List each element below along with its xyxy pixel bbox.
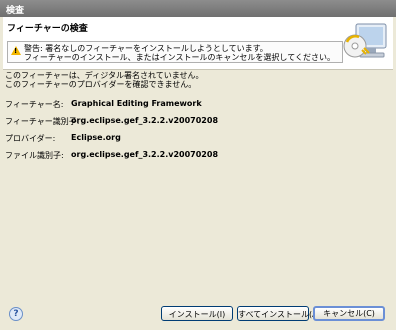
header-banner: フィーチャーの検査 ! 警告: 署名なしのフィーチャーをインストールしようとして… <box>3 17 393 70</box>
page-title: フィーチャーの検査 <box>7 24 88 34</box>
feature-id-value: org.eclipse.gef_3.2.2.v20070208 <box>71 116 219 125</box>
provider-value: Eclipse.org <box>71 133 121 142</box>
provider-label: プロバイダー: <box>5 134 56 143</box>
feature-name-label: フィーチャー名: <box>5 100 64 109</box>
warning-icon-mark: ! <box>14 47 18 55</box>
title-bar[interactable]: 検査 <box>0 0 396 17</box>
install-computer-icon <box>343 23 387 58</box>
feature-id-label: フィーチャー識別子: <box>5 117 80 126</box>
warning-message-box: ! 警告: 署名なしのフィーチャーをインストールしようとしています。 フィーチャ… <box>7 41 343 63</box>
warning-text-line2: フィーチャーのインストール、またはインストールのキャンセルを選択してください。 <box>24 53 335 62</box>
button-bar: ? インストール(I) すべてインストール(A) キャンセル(C) <box>0 296 396 330</box>
cancel-button[interactable]: キャンセル(C) <box>313 306 385 321</box>
install-button[interactable]: インストール(I) <box>161 306 233 321</box>
file-id-value: org.eclipse.gef_3.2.2.v20070208 <box>71 150 219 159</box>
install-all-button[interactable]: すべてインストール(A) <box>237 306 321 321</box>
file-id-label: ファイル識別子: <box>5 151 64 160</box>
help-icon[interactable]: ? <box>9 307 23 321</box>
inspection-dialog: 検査 フィーチャーの検査 ! 警告: 署名なしのフィーチャーをインストールしよう… <box>0 0 396 330</box>
feature-name-value: Graphical Editing Framework <box>71 99 202 108</box>
provider-unverified-message: このフィーチャーのプロバイダーを確認できません。 <box>5 80 197 89</box>
window-title: 検査 <box>6 6 25 16</box>
